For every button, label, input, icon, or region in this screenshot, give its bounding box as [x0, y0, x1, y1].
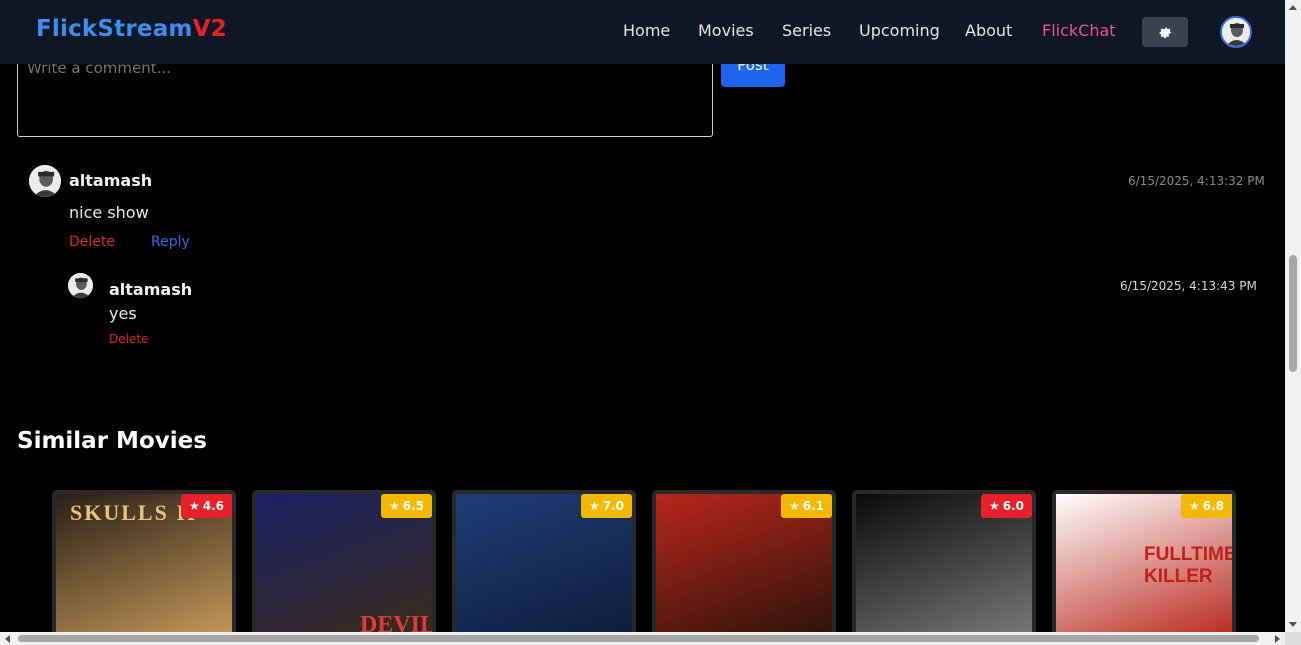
scroll-right-icon[interactable]	[1275, 635, 1280, 643]
comment-text: nice show	[69, 203, 149, 222]
rating-badge: ★ 4.6	[180, 494, 232, 518]
star-icon: ★	[788, 499, 800, 513]
comment-avatar	[29, 165, 61, 197]
movie-poster: FULLTIME KILLER ★ 6.8	[1056, 494, 1232, 640]
avatar-icon	[1222, 18, 1250, 46]
settings-button[interactable]	[1142, 17, 1188, 47]
nav-about[interactable]: About	[965, 21, 1012, 40]
similar-movies-title: Similar Movies	[17, 428, 207, 454]
movie-card[interactable]: FULLTIME KILLER ★ 6.8	[1052, 490, 1236, 640]
star-icon: ★	[588, 499, 600, 513]
scrollbar-corner	[1285, 632, 1301, 645]
nav-home[interactable]: Home	[623, 21, 670, 40]
rating-badge: ★ 6.5	[380, 494, 432, 518]
rating-badge: ★ 6.0	[980, 494, 1032, 518]
rating-value: 6.0	[1002, 499, 1024, 513]
movie-card[interactable]: ★ 7.0	[452, 490, 636, 640]
rating-value: 7.0	[602, 499, 624, 513]
star-icon: ★	[388, 499, 400, 513]
movie-poster: DEVIL ★ 6.5	[256, 494, 432, 640]
rating-value: 6.5	[402, 499, 424, 513]
rating-value: 6.8	[1202, 499, 1224, 513]
rating-badge: ★ 6.8	[1180, 494, 1232, 518]
rating-value: 6.1	[802, 499, 824, 513]
avatar-icon	[29, 165, 61, 197]
delete-reply-button[interactable]: Delete	[109, 332, 148, 346]
brand-name: FlickStream	[36, 16, 193, 42]
nav-series[interactable]: Series	[782, 21, 831, 40]
star-icon: ★	[1188, 499, 1200, 513]
comment-timestamp: 6/15/2025, 4:13:32 PM	[1128, 174, 1265, 188]
rating-badge: ★ 7.0	[580, 494, 632, 518]
movie-card[interactable]: ★ 6.1	[652, 490, 836, 640]
scroll-down-icon[interactable]	[1289, 622, 1297, 627]
rating-badge: ★ 6.1	[780, 494, 832, 518]
comment-username: altamash	[69, 171, 153, 190]
gear-icon	[1159, 27, 1171, 38]
scroll-left-icon[interactable]	[5, 635, 10, 643]
star-icon: ★	[988, 499, 1000, 513]
reply-button[interactable]: Reply	[151, 234, 190, 250]
movie-card[interactable]: DEVIL ★ 6.5	[252, 490, 436, 640]
vertical-scroll-thumb[interactable]	[1289, 255, 1297, 372]
reply-avatar	[68, 273, 93, 298]
brand-logo[interactable]: FlickStreamV2	[36, 16, 227, 42]
avatar-icon	[68, 273, 93, 298]
reply-timestamp: 6/15/2025, 4:13:43 PM	[1120, 279, 1257, 293]
reply-username: altamash	[109, 280, 193, 299]
movie-poster: ★ 6.1	[656, 494, 832, 640]
poster-title: FULLTIME KILLER	[1144, 544, 1232, 587]
movie-poster: SKULLS II ★ 4.6	[56, 494, 232, 640]
poster-title: SKULLS II	[70, 500, 198, 525]
rating-value: 4.6	[202, 499, 224, 513]
horizontal-scrollbar[interactable]	[0, 632, 1285, 645]
movie-poster: ★ 7.0	[456, 494, 632, 640]
movie-poster: ★ 6.0	[856, 494, 1032, 640]
nav-upcoming[interactable]: Upcoming	[859, 21, 940, 40]
nav-movies[interactable]: Movies	[698, 21, 754, 40]
horizontal-scroll-thumb[interactable]	[18, 635, 1259, 642]
movie-card[interactable]: SKULLS II ★ 4.6	[52, 490, 236, 640]
scroll-up-icon[interactable]	[1289, 5, 1297, 10]
movie-card[interactable]: ★ 6.0	[852, 490, 1036, 640]
delete-comment-button[interactable]: Delete	[69, 234, 115, 250]
brand-version: V2	[192, 16, 227, 42]
vertical-scrollbar[interactable]	[1285, 0, 1301, 632]
star-icon: ★	[188, 499, 200, 513]
user-avatar[interactable]	[1220, 16, 1252, 48]
nav-flickchat[interactable]: FlickChat	[1042, 21, 1116, 40]
reply-text: yes	[109, 304, 137, 323]
navbar: FlickStreamV2 Home Movies Series Upcomin…	[0, 0, 1285, 64]
